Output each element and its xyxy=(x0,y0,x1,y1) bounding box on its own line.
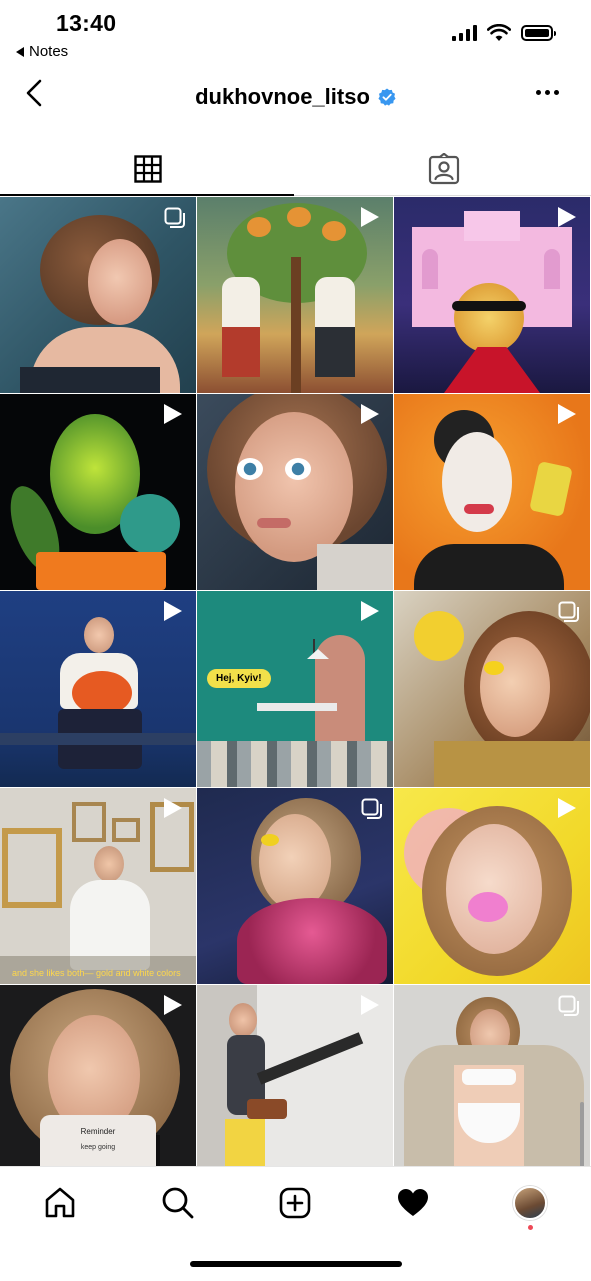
reel-play-icon xyxy=(558,798,580,820)
profile-avatar-icon xyxy=(513,1186,547,1220)
nav-activity-button[interactable] xyxy=(395,1185,431,1221)
tab-posts-grid[interactable] xyxy=(0,142,295,196)
wifi-icon xyxy=(487,24,511,41)
home-indicator[interactable] xyxy=(190,1261,402,1267)
battery-icon xyxy=(521,25,556,41)
reel-play-icon xyxy=(361,601,383,623)
reel-play-icon xyxy=(361,207,383,229)
search-icon xyxy=(162,1187,194,1219)
nav-home-button[interactable] xyxy=(42,1185,78,1221)
tab-tagged[interactable] xyxy=(296,142,591,196)
nav-create-button[interactable] xyxy=(277,1185,313,1221)
post-tile[interactable] xyxy=(394,197,590,393)
plus-square-icon xyxy=(279,1187,311,1219)
post-tile[interactable] xyxy=(394,788,590,984)
reel-play-icon xyxy=(164,798,186,820)
reel-play-icon xyxy=(558,404,580,426)
grid-icon xyxy=(133,155,162,183)
back-to-notes-link[interactable]: Notes xyxy=(16,43,68,60)
system-icons xyxy=(452,24,556,42)
active-tab-indicator xyxy=(0,194,294,196)
heart-icon xyxy=(398,1189,428,1216)
username-container: dukhovnoe_litso xyxy=(0,84,591,110)
more-options-icon[interactable] xyxy=(536,90,559,95)
reel-play-icon xyxy=(558,207,580,229)
post-tile[interactable] xyxy=(394,591,590,787)
reminder-title: Reminder xyxy=(80,1127,116,1136)
home-icon xyxy=(45,1187,75,1218)
bottom-navigation xyxy=(0,1166,591,1281)
reminder-subtitle: keep going xyxy=(80,1144,116,1151)
post-tile[interactable] xyxy=(197,788,393,984)
tagged-person-icon xyxy=(428,153,459,185)
nav-search-button[interactable] xyxy=(160,1185,196,1221)
overlay-caption: Hej, Kyiv! xyxy=(207,669,271,688)
reel-play-icon xyxy=(164,404,186,426)
back-arrow-small-icon xyxy=(16,46,24,57)
verified-badge-icon xyxy=(378,88,396,106)
scroll-indicator[interactable] xyxy=(580,1102,584,1167)
multiple-posts-icon xyxy=(164,207,185,228)
post-tile[interactable]: and she likes both— gold and white color… xyxy=(0,788,196,984)
reminder-sticker: Reminder keep going xyxy=(40,1115,156,1167)
post-tile[interactable] xyxy=(0,394,196,590)
profile-username: dukhovnoe_litso xyxy=(195,84,370,109)
tab-divider xyxy=(294,195,591,196)
post-tile[interactable] xyxy=(197,394,393,590)
reel-play-icon xyxy=(361,995,383,1017)
reel-play-icon xyxy=(164,601,186,623)
post-tile[interactable] xyxy=(394,394,590,590)
post-tile[interactable]: Hej, Kyiv! xyxy=(197,591,393,787)
post-tile[interactable] xyxy=(197,197,393,393)
post-tile[interactable] xyxy=(0,197,196,393)
notification-dot xyxy=(528,1225,533,1230)
post-tile[interactable] xyxy=(197,985,393,1167)
overlay-caption: and she likes both— gold and white color… xyxy=(12,968,181,978)
back-app-label: Notes xyxy=(29,43,69,60)
profile-header: dukhovnoe_litso xyxy=(0,66,591,126)
profile-tabs xyxy=(0,142,591,196)
multiple-posts-icon xyxy=(361,798,382,819)
status-bar: 13:40 Notes xyxy=(0,0,591,66)
multiple-posts-icon xyxy=(558,601,579,622)
status-time: 13:40 xyxy=(56,10,117,36)
post-tile[interactable] xyxy=(394,985,590,1167)
reel-play-icon xyxy=(361,404,383,426)
post-tile[interactable]: Reminder keep going xyxy=(0,985,196,1167)
post-tile[interactable] xyxy=(0,591,196,787)
reel-play-icon xyxy=(164,995,186,1017)
posts-grid: Hej, Kyiv! and she likes both— gold and … xyxy=(0,197,591,1167)
cellular-signal-icon xyxy=(452,25,477,41)
nav-profile-button[interactable] xyxy=(512,1185,548,1221)
multiple-posts-icon xyxy=(558,995,579,1016)
